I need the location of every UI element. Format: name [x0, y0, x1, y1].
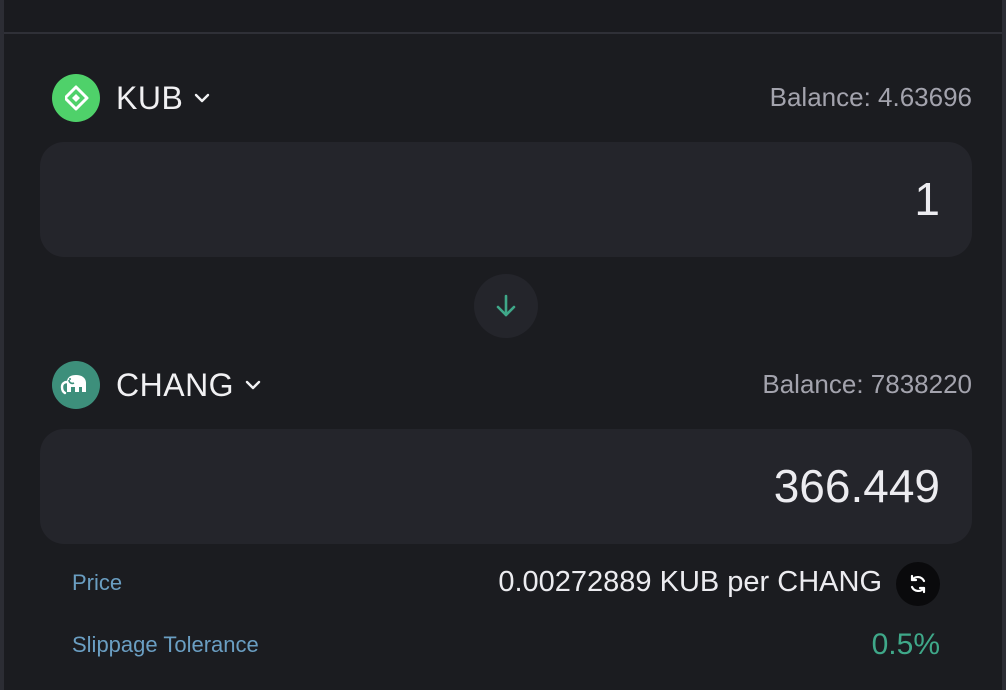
- price-label: Price: [72, 570, 123, 595]
- slippage-value[interactable]: 0.5%: [872, 628, 940, 662]
- from-balance: Balance: 4.63696: [769, 82, 972, 112]
- from-token-row: KUB Balance: 4.63696: [52, 73, 972, 123]
- slippage-label: Slippage Tolerance: [72, 632, 259, 657]
- swap-direction-button[interactable]: [474, 274, 538, 338]
- to-amount-box: [40, 429, 972, 544]
- price-row: Price 0.00272889 KUB per CHANG: [72, 562, 940, 606]
- refresh-icon: [910, 574, 926, 594]
- to-token-selector[interactable]: CHANG: [52, 360, 262, 410]
- price-value: 0.00272889 KUB per CHANG: [498, 566, 882, 598]
- slippage-row: Slippage Tolerance 0.5%: [72, 626, 940, 666]
- to-amount-input[interactable]: [140, 429, 940, 544]
- arrow-down-icon: [496, 294, 516, 317]
- to-token-row: CHANG Balance: 7838220: [52, 360, 972, 410]
- chevron-down-icon: [244, 376, 262, 394]
- swap-panel: KUB Balance: 4.63696 1 CHANG Balance: 78…: [0, 0, 1006, 690]
- top-bar: [4, 0, 1002, 34]
- from-amount-box: [40, 142, 972, 257]
- to-token-symbol: CHANG: [116, 366, 235, 403]
- from-token-selector[interactable]: KUB: [52, 73, 211, 123]
- to-balance: Balance: 7838220: [762, 369, 972, 399]
- invert-price-button[interactable]: [896, 562, 940, 606]
- kub-logo-icon: [52, 74, 100, 122]
- from-amount-input[interactable]: [140, 142, 940, 257]
- elephant-logo-icon: [52, 361, 100, 409]
- from-token-symbol: KUB: [116, 79, 184, 116]
- chevron-down-icon: [193, 89, 211, 107]
